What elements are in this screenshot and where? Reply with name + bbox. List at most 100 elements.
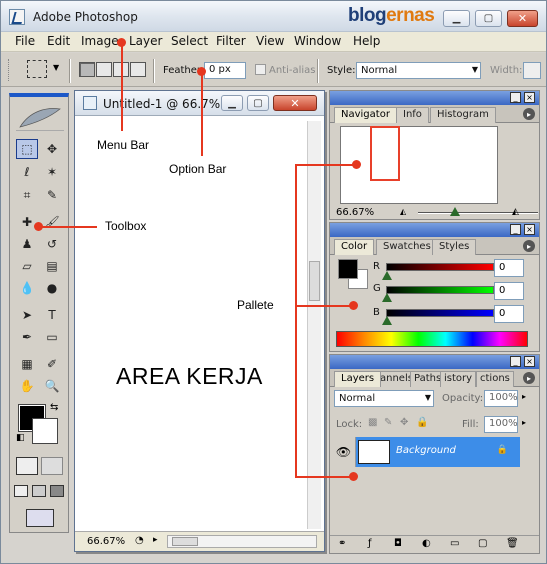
minimize-button[interactable]: ▁ [443,10,470,27]
type-tool-icon[interactable]: T [41,305,63,325]
eyedropper-icon[interactable]: ✐ [41,354,63,374]
blur-tool-icon[interactable]: 💧 [16,278,38,298]
color-spectrum-bar[interactable] [336,331,528,347]
fill-dropdown-icon[interactable]: ▸ [522,418,526,427]
opacity-dropdown-icon[interactable]: ▸ [522,392,526,401]
title-bar[interactable]: Adobe Photoshop blogernas ▁ ▢ ✕ [1,1,546,32]
panel-close-icon[interactable]: × [524,356,535,367]
layer-style-icon[interactable]: ƒ [368,538,372,549]
doc-close-button[interactable]: ✕ [273,95,317,111]
slice-tool-icon[interactable]: ✎ [41,185,63,205]
panel-minimize-icon[interactable]: _ [510,224,521,235]
blue-slider[interactable] [386,309,494,317]
width-input[interactable] [523,62,541,79]
panel-header[interactable]: _ × [330,91,539,105]
jump-to-imageready-icon[interactable] [26,509,54,527]
blue-slider-knob[interactable] [382,316,392,325]
screen-mode-full-icon[interactable] [50,485,64,497]
dodge-tool-icon[interactable]: ● [41,278,63,298]
navigator-view-box[interactable] [370,126,400,181]
shape-tool-icon[interactable]: ▭ [41,327,63,347]
green-value-input[interactable]: 0 [494,282,524,300]
green-slider-knob[interactable] [382,293,392,302]
blend-mode-select[interactable]: Normal ▼ [334,390,434,407]
navigator-zoom[interactable]: 66.67% [336,207,374,218]
magic-wand-icon[interactable]: ✶ [41,162,63,182]
lock-all-icon[interactable]: 🔒 [416,417,428,428]
layer-mask-icon[interactable]: ◘ [394,538,402,549]
scrollbar-thumb[interactable] [309,261,320,301]
lock-pixels-icon[interactable]: ✎ [384,417,392,428]
background-color-swatch[interactable] [32,418,58,444]
intersect-selection-button[interactable] [130,62,146,77]
slider-knob[interactable] [450,207,460,216]
panel-minimize-icon[interactable]: _ [510,92,521,103]
new-group-icon[interactable]: ▭ [450,538,459,549]
path-selection-icon[interactable]: ➤ [16,305,38,325]
doc-maximize-button[interactable]: ▢ [247,95,269,111]
tab-info[interactable]: Info [396,107,429,123]
tab-actions[interactable]: ctions [476,371,514,387]
document-vertical-scrollbar[interactable] [307,121,321,529]
menu-help[interactable]: Help [353,34,380,48]
crop-tool-icon[interactable]: ⌗ [16,185,38,205]
link-layers-icon[interactable]: ⚭ [338,538,346,549]
panel-menu-icon[interactable]: ▸ [523,240,535,252]
adjustment-layer-icon[interactable]: ◐ [422,538,431,549]
close-button[interactable]: ✕ [507,10,538,27]
document-canvas[interactable] [79,121,305,529]
fill-input[interactable]: 100% [484,416,518,433]
clone-stamp-icon[interactable]: ♟ [16,234,38,254]
green-slider[interactable] [386,286,494,294]
zoom-out-icon[interactable]: ◭ [400,207,406,216]
navigator-thumbnail[interactable] [340,126,498,204]
menu-layer[interactable]: Layer [129,34,162,48]
panel-header[interactable]: _ × [330,355,539,369]
pen-tool-icon[interactable]: ✒ [16,327,38,347]
move-tool-icon[interactable]: ✥ [41,139,63,159]
preset-dropdown-icon[interactable]: ▼ [53,63,59,72]
status-info-icon[interactable]: ◔ [135,535,144,546]
panel-menu-icon[interactable]: ▸ [523,108,535,120]
antialias-checkbox[interactable] [255,64,266,75]
document-title-bar[interactable]: Untitled-1 @ 66.7%... ▁ ▢ ✕ [75,91,324,116]
opacity-input[interactable]: 100% [484,390,518,407]
menu-image[interactable]: Image [81,34,119,48]
history-brush-icon[interactable]: ↺ [41,234,63,254]
panel-minimize-icon[interactable]: _ [510,356,521,367]
layer-row-background[interactable]: 👁 Background 🔒 [332,437,520,467]
maximize-button[interactable]: ▢ [475,10,502,27]
screen-mode-full-menu-icon[interactable] [32,485,46,497]
hand-tool-icon[interactable]: ✋ [16,376,38,396]
red-slider[interactable] [386,263,494,271]
zoom-tool-icon[interactable]: 🔍 [41,376,63,396]
menu-select[interactable]: Select [171,34,208,48]
add-selection-button[interactable] [96,62,112,77]
default-colors-icon[interactable]: ◧ [16,433,25,443]
tab-swatches[interactable]: Swatches [376,239,438,255]
marquee-tool-preset-icon[interactable] [27,60,47,78]
menu-window[interactable]: Window [294,34,341,48]
screen-mode-standard-icon[interactable] [14,485,28,497]
standard-mode-button[interactable] [16,457,38,475]
lasso-tool-icon[interactable]: ℓ [16,162,38,182]
red-value-input[interactable]: 0 [494,259,524,277]
document-horizontal-scrollbar[interactable] [167,535,317,548]
panel-menu-icon[interactable]: ▸ [523,372,535,384]
eraser-tool-icon[interactable]: ▱ [16,256,38,276]
tab-histogram[interactable]: Histogram [430,107,496,123]
style-select[interactable]: Normal ▼ [356,62,481,79]
tab-history[interactable]: istory [440,371,477,387]
option-bar-grip[interactable] [8,59,12,81]
eye-visibility-icon[interactable]: 👁 [332,437,356,467]
feather-input[interactable]: 0 px [204,62,246,79]
hscroll-thumb[interactable] [172,537,198,546]
lock-position-icon[interactable]: ✥ [400,417,408,428]
tab-layers[interactable]: Layers [334,371,382,387]
tab-color[interactable]: Color [334,239,375,255]
panel-close-icon[interactable]: × [524,224,535,235]
menu-filter[interactable]: Filter [216,34,246,48]
notes-tool-icon[interactable]: ▦ [16,354,38,374]
color-foreground-swatch[interactable] [338,259,358,279]
doc-minimize-button[interactable]: ▁ [221,95,243,111]
